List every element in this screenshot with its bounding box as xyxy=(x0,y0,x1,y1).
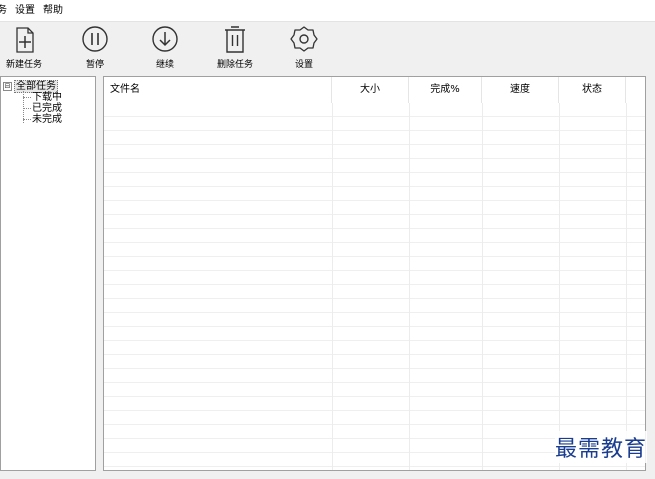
tree-node-label: 已完成 xyxy=(32,103,62,114)
list-rows xyxy=(104,103,645,470)
tree-node-label: 下载中 xyxy=(32,92,62,103)
task-list[interactable]: 文件名 大小 完成% 速度 状态 xyxy=(103,76,646,471)
collapse-toggle-icon[interactable]: ⊟ xyxy=(3,82,12,91)
pause-icon xyxy=(82,26,108,52)
menu-task[interactable]: 务 xyxy=(0,0,12,21)
tree-node-completed[interactable]: 已完成 xyxy=(23,103,62,114)
settings-button[interactable]: 设置 xyxy=(289,25,319,71)
new-task-button[interactable]: 新建任务 xyxy=(3,25,45,71)
menu-help[interactable]: 帮助 xyxy=(40,0,68,21)
column-divider xyxy=(626,103,627,470)
menu-bar: 务 设置 帮助 xyxy=(0,0,655,21)
gear-icon xyxy=(290,26,318,52)
column-header-size[interactable]: 大小 xyxy=(332,77,409,103)
column-header-status[interactable]: 状态 xyxy=(559,77,626,103)
settings-label: 设置 xyxy=(294,60,313,70)
tree-node-downloading[interactable]: 下载中 xyxy=(23,92,62,103)
column-divider xyxy=(482,103,483,470)
column-header-speed[interactable]: 速度 xyxy=(482,77,559,103)
toolbar: 新建任务 暂停 继续 删除任务 设置 xyxy=(0,21,655,72)
pause-button[interactable]: 暂停 xyxy=(79,25,111,71)
tree-node-incomplete[interactable]: 未完成 xyxy=(23,114,62,125)
column-header-filename[interactable]: 文件名 xyxy=(104,77,332,103)
resume-label: 继续 xyxy=(155,60,174,70)
new-task-label: 新建任务 xyxy=(5,60,42,70)
delete-task-label: 删除任务 xyxy=(216,60,253,70)
trash-icon xyxy=(225,26,245,53)
menu-settings[interactable]: 设置 xyxy=(12,0,40,21)
download-arrow-icon xyxy=(152,26,178,52)
app-window: 务 设置 帮助 新建任务 暂停 继续 删除任务 设置 ⊟ 全部任务 下载中 已完… xyxy=(0,0,655,479)
column-divider xyxy=(559,103,560,470)
column-header-progress[interactable]: 完成% xyxy=(409,77,482,103)
category-tree: ⊟ 全部任务 下载中 已完成 未完成 xyxy=(0,76,96,471)
list-header: 文件名 大小 完成% 速度 状态 xyxy=(104,77,645,103)
watermark: 最需教育 xyxy=(554,431,647,463)
new-file-icon xyxy=(16,27,34,53)
column-divider xyxy=(409,103,410,470)
resume-button[interactable]: 继续 xyxy=(149,25,181,71)
tree-node-label: 未完成 xyxy=(32,114,62,125)
column-divider xyxy=(332,103,333,470)
pause-label: 暂停 xyxy=(85,60,104,70)
delete-task-button[interactable]: 删除任务 xyxy=(212,25,258,71)
